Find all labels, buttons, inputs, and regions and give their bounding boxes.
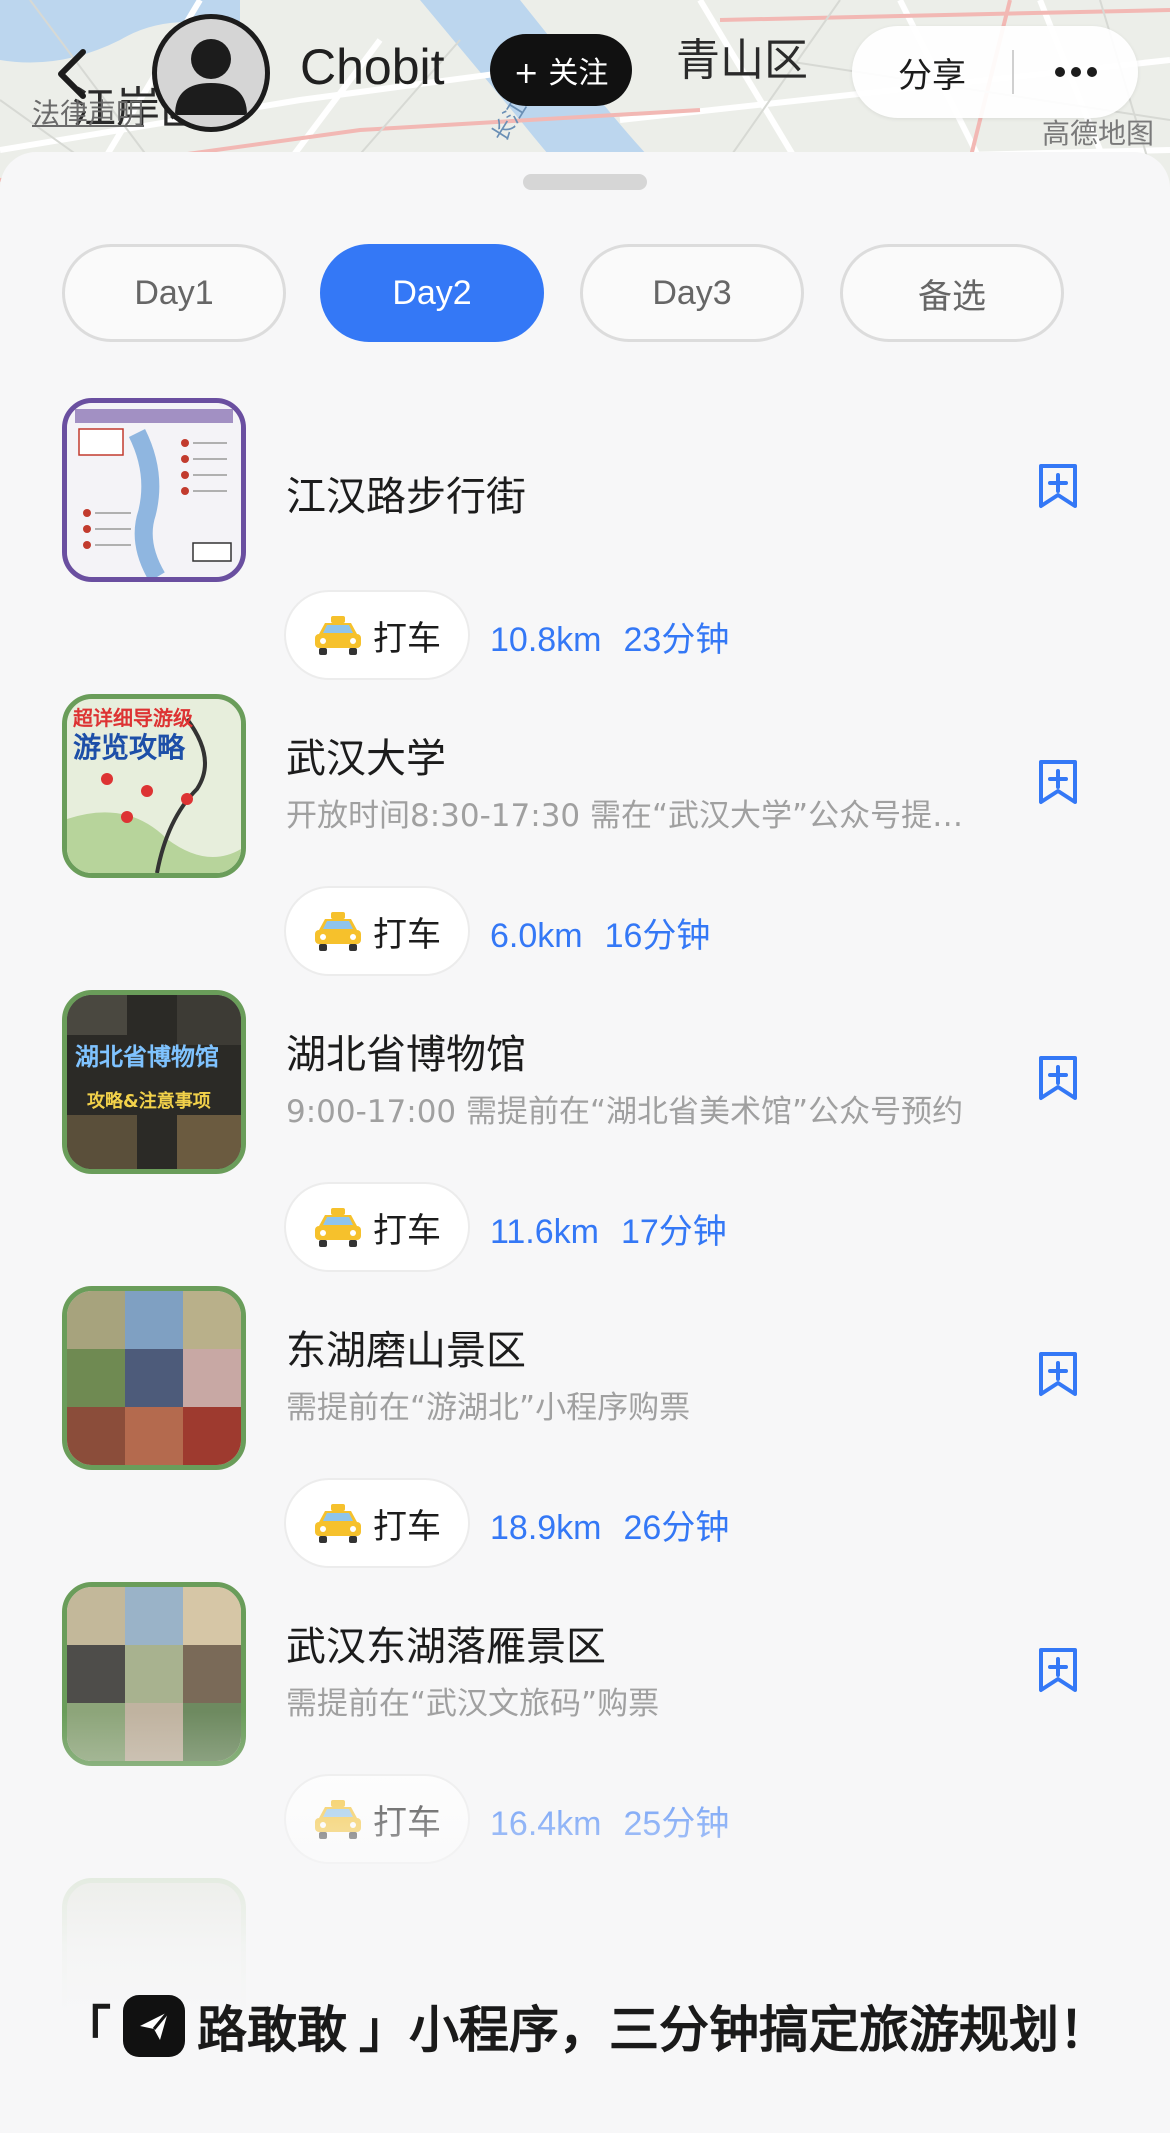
list-item[interactable]: 东湖磨山景区 需提前在“游湖北”小程序购票 打车 18.9km 26分钟 <box>0 1286 1170 1582</box>
route-duration: 25分钟 <box>623 1805 730 1843</box>
spot-title[interactable]: 武汉大学 <box>286 726 446 784</box>
spot-title[interactable]: 湖北省博物馆 <box>286 1022 526 1080</box>
tab-day1[interactable]: Day1 <box>62 244 286 342</box>
route-duration: 23分钟 <box>623 621 730 659</box>
spot-title[interactable]: 江汉路步行街 <box>286 464 526 522</box>
spot-title[interactable]: 东湖磨山景区 <box>286 1318 526 1376</box>
share-menu-capsule: 分享 <box>852 26 1138 118</box>
taxi-button[interactable]: 打车 <box>284 1182 470 1272</box>
taxi-label: 打车 <box>373 1802 441 1843</box>
spot-note: 需提前在“游湖北”小程序购票 <box>286 1390 691 1426</box>
taxi-icon <box>315 1800 361 1839</box>
route-info: 16.4km 25分钟 <box>490 1796 729 1845</box>
route-info: 18.9km 26分钟 <box>490 1500 729 1549</box>
thumbnail-map-image <box>67 403 241 577</box>
spot-thumbnail[interactable] <box>62 1582 246 1766</box>
thumbnail-collage-image <box>67 1291 241 1465</box>
tab-day3[interactable]: Day3 <box>580 244 804 342</box>
promo-app-name: 路敢敢 <box>197 2001 347 2059</box>
taxi-label: 打车 <box>373 618 441 659</box>
taxi-icon <box>315 616 361 655</box>
route-info: 6.0km 16分钟 <box>490 908 710 957</box>
back-button[interactable] <box>52 44 92 104</box>
taxi-button[interactable]: 打车 <box>284 1774 470 1864</box>
paper-plane-icon <box>140 2011 170 2040</box>
map-provider-logo: 高德地图 <box>1041 117 1154 150</box>
taxi-button[interactable]: 打车 <box>284 886 470 976</box>
taxi-label: 打车 <box>373 914 441 955</box>
map-label-qingshan: 青山区 <box>676 35 808 86</box>
route-info: 10.8km 23分钟 <box>490 612 729 661</box>
more-button[interactable] <box>1014 26 1138 118</box>
route-distance: 16.4km <box>490 1805 602 1843</box>
spot-note: 9:00-17:00 需提前在“湖北省美术馆”公众号预约 <box>286 1094 964 1130</box>
bookmark-add-icon[interactable] <box>1034 1350 1082 1398</box>
list-item[interactable]: 湖北省博物馆 攻略&注意事项 湖北省博物馆 9:00-17:00 需提前在“湖北… <box>0 990 1170 1286</box>
thumbnail-caption: 超详细导游级 <box>72 706 193 730</box>
route-distance: 6.0km <box>490 917 583 955</box>
spot-thumbnail[interactable] <box>62 398 246 582</box>
follow-button[interactable]: + 关注 <box>490 34 632 106</box>
taxi-icon <box>315 1504 361 1543</box>
spot-note: 需提前在“武汉文旅码”购票 <box>286 1686 660 1722</box>
bookmark-add-icon[interactable] <box>1034 462 1082 510</box>
avatar[interactable] <box>152 14 270 132</box>
route-info: 11.6km 17分钟 <box>490 1204 727 1253</box>
promo-banner[interactable]: 「 路敢敢 」小程序，三分钟搞定旅游规划！ <box>0 1984 1170 2068</box>
username[interactable]: Chobit <box>300 38 445 96</box>
app-logo-icon <box>123 1995 185 2057</box>
spot-thumbnail[interactable] <box>62 1286 246 1470</box>
itinerary-sheet: Day1 Day2 Day3 备选 江汉路步行街 打车 10.8km 23分钟 … <box>0 152 1170 2133</box>
spot-note: 开放时间8:30-17:30 需在“武汉大学”公众号提… <box>286 798 964 834</box>
user-icon <box>175 39 247 115</box>
bookmark-add-icon[interactable] <box>1034 758 1082 806</box>
bookmark-add-icon[interactable] <box>1034 1054 1082 1102</box>
taxi-button[interactable]: 打车 <box>284 590 470 680</box>
tab-day2[interactable]: Day2 <box>320 244 544 342</box>
thumbnail-collage-image <box>67 1587 241 1761</box>
taxi-icon <box>315 1208 361 1247</box>
thumbnail-caption: 攻略&注意事项 <box>87 1090 211 1112</box>
route-distance: 18.9km <box>490 1509 602 1547</box>
thumbnail-caption: 湖北省博物馆 <box>75 1043 219 1071</box>
promo-bracket-open: 「 <box>61 2001 111 2059</box>
taxi-label: 打车 <box>373 1210 441 1251</box>
chevron-left-icon <box>58 49 86 99</box>
list-item[interactable]: 超详细导游级 游览攻略 武汉大学 开放时间8:30-17:30 需在“武汉大学”… <box>0 694 1170 990</box>
spot-title[interactable]: 武汉东湖落雁景区 <box>286 1614 606 1672</box>
route-duration: 16分钟 <box>604 917 711 955</box>
thumbnail-museum-image: 湖北省博物馆 攻略&注意事项 <box>67 995 241 1169</box>
bookmark-add-icon[interactable] <box>1034 1646 1082 1694</box>
spot-thumbnail[interactable]: 湖北省博物馆 攻略&注意事项 <box>62 990 246 1174</box>
taxi-label: 打车 <box>373 1506 441 1547</box>
taxi-icon <box>315 912 361 951</box>
tab-backup[interactable]: 备选 <box>840 244 1064 342</box>
route-duration: 26分钟 <box>623 1509 730 1547</box>
share-button[interactable]: 分享 <box>852 26 1012 118</box>
taxi-button[interactable]: 打车 <box>284 1478 470 1568</box>
route-distance: 10.8km <box>490 621 602 659</box>
more-dots-icon <box>1055 67 1097 77</box>
list-item[interactable]: 江汉路步行街 打车 10.8km 23分钟 <box>0 398 1170 694</box>
list-item[interactable]: 武汉东湖落雁景区 需提前在“武汉文旅码”购票 打车 16.4km 25分钟 <box>0 1582 1170 1878</box>
drag-handle[interactable] <box>523 174 647 190</box>
route-distance: 11.6km <box>490 1213 599 1251</box>
promo-tagline: 」小程序，三分钟搞定旅游规划！ <box>359 2001 1109 2059</box>
thumbnail-guide-image: 超详细导游级 游览攻略 <box>67 699 241 873</box>
thumbnail-caption: 游览攻略 <box>73 731 186 764</box>
spot-thumbnail[interactable]: 超详细导游级 游览攻略 <box>62 694 246 878</box>
route-duration: 17分钟 <box>620 1213 727 1251</box>
